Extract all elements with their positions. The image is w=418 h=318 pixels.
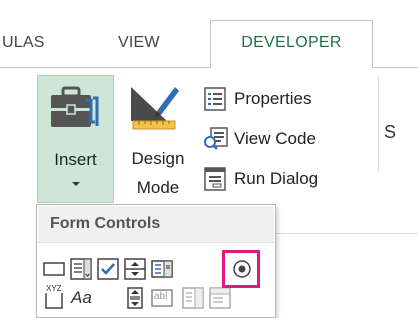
form-controls-title: Form Controls bbox=[50, 215, 161, 232]
combo-drop-down-edit-icon[interactable] bbox=[209, 287, 231, 309]
view-code-icon bbox=[204, 127, 228, 150]
group-box-icon[interactable]: XYZ bbox=[43, 284, 65, 309]
view-code-button[interactable]: View Code bbox=[202, 124, 352, 154]
chevron-down-icon bbox=[72, 182, 80, 186]
label-icon-text: Aa bbox=[71, 288, 92, 307]
run-dialog-button[interactable]: Run Dialog bbox=[202, 164, 352, 194]
list-box-icon[interactable] bbox=[151, 258, 173, 280]
view-code-label: View Code bbox=[234, 129, 316, 148]
form-controls-header: Form Controls bbox=[38, 206, 274, 243]
label-icon[interactable]: Aa bbox=[70, 287, 98, 309]
run-dialog-label: Run Dialog bbox=[234, 169, 319, 188]
run-dialog-icon bbox=[204, 167, 226, 191]
toolbox-icon bbox=[51, 86, 99, 127]
properties-button[interactable]: Properties bbox=[202, 84, 352, 114]
text-field-icon[interactable]: abl bbox=[151, 287, 173, 309]
group-separator bbox=[378, 76, 379, 172]
button-icon[interactable] bbox=[43, 258, 65, 280]
option-button-highlight bbox=[222, 250, 260, 288]
combo-box-icon[interactable] bbox=[70, 258, 92, 280]
ribbon-divider bbox=[0, 67, 211, 68]
text-field-text: abl bbox=[154, 291, 168, 302]
tab-formulas[interactable]: ULAS bbox=[2, 34, 45, 52]
design-label-line1: Design bbox=[131, 149, 185, 168]
ribbon-divider-right bbox=[372, 67, 418, 68]
spin-button-icon[interactable] bbox=[124, 258, 146, 280]
insert-label: Insert bbox=[54, 150, 97, 169]
properties-label: Properties bbox=[234, 89, 312, 108]
combo-list-edit-icon[interactable] bbox=[182, 287, 204, 309]
tab-developer[interactable]: DEVELOPER bbox=[210, 20, 373, 68]
tab-view[interactable]: VIEW bbox=[118, 34, 160, 52]
properties-icon bbox=[204, 87, 226, 111]
check-box-icon[interactable] bbox=[97, 258, 119, 280]
design-mode-button[interactable]: Design Mode bbox=[118, 75, 198, 203]
design-label-line2: Mode bbox=[136, 178, 180, 197]
scroll-bar-icon[interactable] bbox=[124, 287, 146, 309]
insert-button[interactable]: Insert bbox=[37, 75, 114, 203]
sheet-edge-line bbox=[276, 233, 418, 234]
design-mode-icon bbox=[131, 87, 179, 130]
tab-developer-label: DEVELOPER bbox=[241, 34, 342, 51]
group-box-text: XYZ bbox=[46, 284, 62, 293]
next-group-label: S bbox=[384, 122, 397, 142]
